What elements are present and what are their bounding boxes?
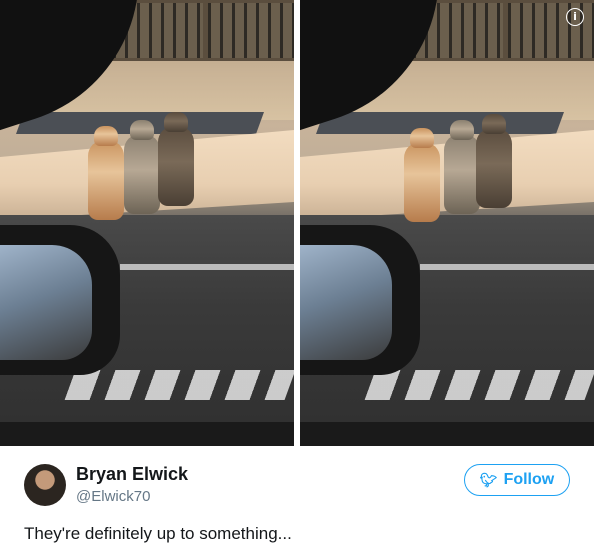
cat-middle	[124, 120, 160, 214]
ledge-top	[315, 112, 565, 134]
road-line	[420, 264, 594, 270]
car-dash	[0, 422, 294, 446]
cat-right	[158, 112, 194, 206]
cat-left	[88, 126, 124, 220]
mirror-glass	[300, 245, 392, 360]
road-markings	[364, 370, 594, 400]
car-dash	[300, 422, 594, 446]
cat-left	[404, 128, 440, 222]
cat-middle	[444, 120, 480, 214]
author-name[interactable]: Bryan Elwick	[76, 464, 188, 485]
tweet-card: Bryan Elwick @Elwick70 🐦︎ Follow They're…	[0, 446, 594, 550]
tweet-text: They're definitely up to something...	[24, 524, 292, 543]
road-line	[120, 264, 294, 270]
avatar[interactable]	[24, 464, 66, 506]
cat-right	[476, 114, 512, 208]
photo-right-panel[interactable]: i	[300, 0, 594, 446]
mirror-glass	[0, 245, 92, 360]
author-handle[interactable]: @Elwick70	[76, 488, 150, 505]
tweet-photo-strip[interactable]: i	[0, 0, 594, 446]
road-markings	[64, 370, 294, 400]
photo-left-panel[interactable]	[0, 0, 294, 446]
window-grille	[205, 0, 294, 61]
follow-button-label: Follow	[503, 471, 555, 488]
info-icon[interactable]: i	[566, 8, 584, 26]
follow-button[interactable]: 🐦︎ Follow	[464, 464, 570, 496]
twitter-bird-icon: 🐦︎	[479, 472, 498, 488]
